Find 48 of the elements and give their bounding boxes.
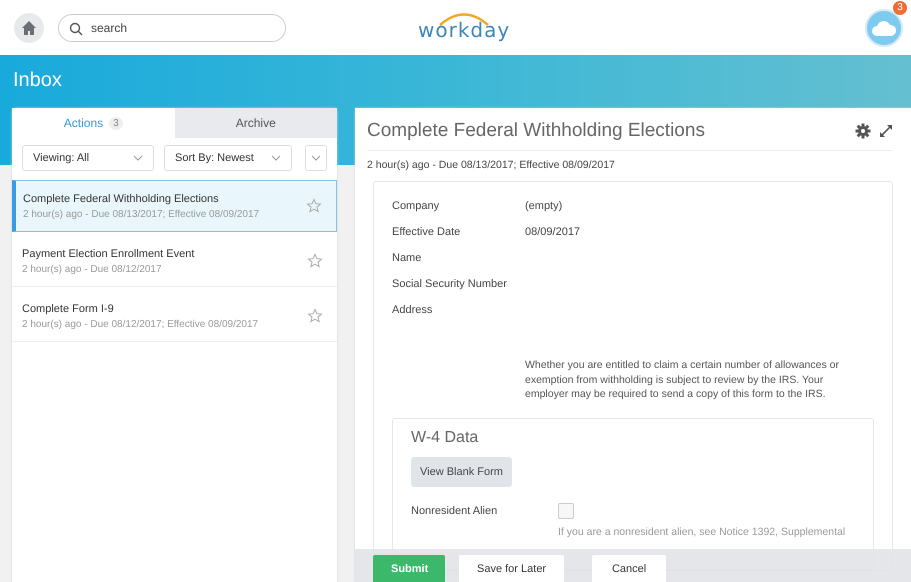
search-field[interactable]: search — [58, 14, 286, 42]
item-meta: 2 hour(s) ago - Due 08/13/2017; Effective 08/09/2017 — [23, 208, 260, 220]
note-text: If you are a nonresident alien, see Notice 1392, Supplemental — [558, 524, 846, 538]
cloud-icon — [871, 18, 897, 36]
checkbox[interactable] — [558, 502, 574, 518]
dropdown-button[interactable] — [305, 145, 327, 171]
count-badge: 3 — [109, 116, 123, 130]
detail-title: Complete Federal Withholding Elections — [367, 120, 705, 142]
field-value: 08/09/2017 — [525, 226, 580, 238]
view-blank-form-button[interactable]: View Blank Form — [411, 456, 512, 486]
field-value: (empty) — [525, 200, 562, 212]
inbox-item[interactable]: Complete Federal Withholding Elections 2 hour(s) ago - Due 08/13/2017; Effective 08/09/2017 — [12, 180, 337, 232]
dropdown[interactable]: Viewing: All — [22, 145, 154, 171]
field-label: Company — [392, 200, 440, 212]
dropdown[interactable]: Sort By: Newest — [164, 145, 292, 171]
item-title: Complete Form I-9 — [22, 302, 115, 314]
home-icon — [21, 20, 37, 36]
field-label: Social Security Number — [392, 278, 508, 290]
field-label: Name — [392, 252, 422, 264]
footer-button[interactable]: Cancel — [592, 555, 666, 582]
tab[interactable]: Archive — [174, 108, 337, 138]
workday-logo[interactable]: workday — [418, 12, 510, 42]
item-title: Payment Election Enrollment Event — [22, 248, 194, 260]
inbox-item[interactable]: Payment Election Enrollment Event 2 hour(s) ago - Due 08/12/2017 — [12, 236, 337, 287]
star-icon[interactable] — [307, 308, 323, 324]
chevron-icon — [271, 155, 281, 161]
star-icon[interactable] — [307, 253, 323, 269]
page-title: Inbox — [13, 69, 62, 92]
search-icon — [69, 22, 83, 36]
chevron-icon — [311, 155, 321, 161]
footer-button[interactable]: Save for Later — [459, 555, 564, 582]
expand-icon[interactable] — [879, 124, 893, 138]
avatar-button[interactable] — [865, 8, 903, 46]
section-title: W-4 Data — [411, 428, 480, 446]
notification-badge: 3 — [893, 0, 907, 14]
item-meta: 2 hour(s) ago - Due 08/12/2017; Effective 08/09/2017 — [22, 318, 258, 330]
star-icon[interactable] — [306, 198, 322, 214]
field-label: Effective Date — [392, 226, 462, 238]
home-button[interactable] — [14, 12, 44, 42]
field-label: Address — [392, 304, 434, 316]
notice-text: Whether you are entitled to claim a certain number of allowances or exemption from withholding is subject to review by the IRS. Your employer may be required to send a copy of this form to the IRS. — [525, 358, 840, 402]
item-meta: 2 hour(s) ago - Due 08/12/2017 — [22, 264, 163, 274]
detail-subtitle: 2 hour(s) ago - Due 08/13/2017; Effective 08/09/2017 — [367, 158, 616, 173]
item-title: Complete Federal Withholding Elections — [23, 192, 220, 204]
inbox-item[interactable]: Complete Form I-9 2 hour(s) ago - Due 08/12/2017; Effective 08/09/2017 — [12, 291, 337, 342]
field-label: Nonresident Alien — [411, 504, 498, 516]
chevron-icon — [133, 155, 143, 161]
settings-icon[interactable] — [855, 123, 871, 139]
